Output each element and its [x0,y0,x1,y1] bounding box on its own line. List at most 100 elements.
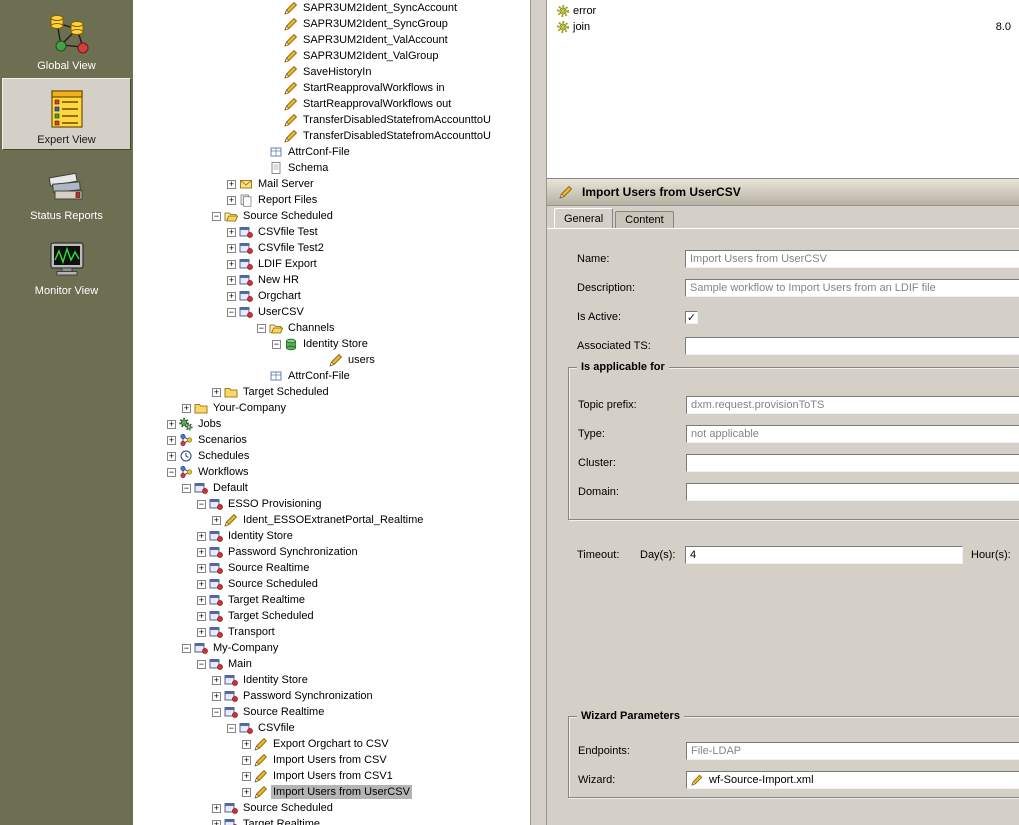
tree-item[interactable]: + Your-Company [133,400,530,416]
tree-item-label[interactable]: Channels [286,321,336,335]
tree-item[interactable]: −My-Company [133,640,530,656]
tree-item-label[interactable]: Transport [226,625,277,639]
tree-item-label[interactable]: UserCSV [256,305,306,319]
tree-item[interactable]: +Identity Store [133,672,530,688]
tree-item-label[interactable]: AttrConf-File [286,369,352,383]
tree-item[interactable]: +Mail Server [133,176,530,192]
tree-item[interactable]: −Main [133,656,530,672]
expand-toggle[interactable]: − [212,708,221,717]
expand-toggle[interactable]: − [182,484,191,493]
tree-item[interactable]: TransferDisabledStatefromAccounttoU [133,128,530,144]
tree-item[interactable]: TransferDisabledStatefromAccounttoU [133,112,530,128]
tree-item[interactable]: +Identity Store [133,528,530,544]
tab-content[interactable]: Content [615,211,674,228]
tree-item[interactable]: − Channels [133,320,530,336]
expand-toggle[interactable]: + [227,196,236,205]
tree-item-label[interactable]: Source Scheduled [241,801,335,815]
tree-item[interactable]: − Default [133,480,530,496]
tree-item-label[interactable]: Password Synchronization [226,545,360,559]
expand-toggle[interactable]: + [242,772,251,781]
sidebar-item-monitor-view[interactable]: Monitor View [2,228,131,300]
tree-item[interactable]: + Scenarios [133,432,530,448]
tree-item-label[interactable]: Export Orgchart to CSV [271,737,391,751]
tree-item[interactable]: − Source Realtime [133,704,530,720]
tree-item-label[interactable]: Target Realtime [241,817,322,825]
tree-item[interactable]: + Export Orgchart to CSV [133,736,530,752]
tree-item[interactable]: SaveHistoryIn [133,64,530,80]
splitter[interactable] [530,0,547,825]
tab-general[interactable]: General [554,208,613,228]
is-active-checkbox[interactable]: ✓ [685,311,698,324]
expand-toggle[interactable]: − [212,212,221,221]
tree-item[interactable]: SAPR3UM2Ident_SyncGroup [133,16,530,32]
tree-item-label[interactable]: Source Realtime [241,705,326,719]
tree-item-label[interactable]: Import Users from CSV [271,753,389,767]
tree-item[interactable]: SAPR3UM2Ident_ValGroup [133,48,530,64]
expand-toggle[interactable]: + [212,804,221,813]
expand-toggle[interactable]: + [212,692,221,701]
expand-toggle[interactable]: − [167,468,176,477]
tree-item-label[interactable]: CSVfile [256,721,297,735]
tree-item[interactable]: + Transport [133,624,530,640]
tree-item-label[interactable]: Identity Store [241,673,310,687]
tree-item-label[interactable]: LDIF Export [256,257,319,271]
tree-item-label[interactable]: TransferDisabledStatefromAccounttoU [301,113,493,127]
expand-toggle[interactable]: + [197,596,206,605]
tree-item[interactable]: + Import Users from CSV1 [133,768,530,784]
tree-item-label[interactable]: SAPR3UM2Ident_SyncAccount [301,1,459,15]
cluster-input[interactable] [686,454,1019,472]
tree-item-label[interactable]: SAPR3UM2Ident_SyncGroup [301,17,450,31]
expand-toggle[interactable]: + [197,628,206,637]
tree-item[interactable]: +Import Users from CSV [133,752,530,768]
expand-toggle[interactable]: + [227,244,236,253]
tree-item[interactable]: + Target Realtime [133,592,530,608]
tree-item-label[interactable]: Import Users from UserCSV [271,785,412,799]
expand-toggle[interactable]: + [227,228,236,237]
tree-item-label[interactable]: Import Users from CSV1 [271,769,395,783]
tree-item[interactable]: SAPR3UM2Ident_ValAccount [133,32,530,48]
tree-item-label[interactable]: StartReapprovalWorkflows in [301,81,447,95]
expand-toggle[interactable]: + [212,820,221,825]
list-item[interactable]: error [547,3,1019,19]
tree-item-label[interactable]: Default [211,481,250,495]
expand-toggle[interactable]: + [167,436,176,445]
expand-toggle[interactable]: − [272,340,281,349]
tree-item[interactable]: SAPR3UM2Ident_SyncAccount [133,0,530,16]
expand-toggle[interactable]: + [197,564,206,573]
tree-item-label[interactable]: Schedules [196,449,251,463]
expand-toggle[interactable]: − [257,324,266,333]
expand-toggle[interactable]: + [167,452,176,461]
tree-item-label[interactable]: AttrConf-File [286,145,352,159]
timeout-days-input[interactable] [685,546,963,564]
tree-item[interactable]: −UserCSV [133,304,530,320]
expand-toggle[interactable]: + [242,740,251,749]
domain-input[interactable] [686,483,1019,501]
tree-item-label[interactable]: TransferDisabledStatefromAccounttoU [301,129,493,143]
tree-item-label[interactable]: SAPR3UM2Ident_ValAccount [301,33,450,47]
type-input[interactable] [686,425,1019,443]
tree-item-label[interactable]: Scenarios [196,433,249,447]
expand-toggle[interactable]: + [167,420,176,429]
description-input[interactable] [685,279,1019,297]
tree-item-label[interactable]: Your-Company [211,401,288,415]
tree-item-label[interactable]: My-Company [211,641,280,655]
expand-toggle[interactable]: + [227,180,236,189]
tree-item[interactable]: StartReapprovalWorkflows in [133,80,530,96]
expand-toggle[interactable]: + [197,532,206,541]
wizard-input[interactable]: wf-Source-Import.xml [686,771,1019,789]
expand-toggle[interactable]: + [212,516,221,525]
tree-item-label[interactable]: Target Scheduled [226,609,316,623]
tree-item-label[interactable]: Target Realtime [226,593,307,607]
tree-item-label[interactable]: Ident_ESSOExtranetPortal_Realtime [241,513,425,527]
tree-item-label[interactable]: Orgchart [256,289,303,303]
tree-item[interactable]: + Schedules [133,448,530,464]
tree-item[interactable]: −ESSO Provisioning [133,496,530,512]
tree-item[interactable]: +Target Scheduled [133,384,530,400]
tree-item[interactable]: +Source Scheduled [133,576,530,592]
sidebar-item-global-view[interactable]: Global View [2,3,131,75]
tree-item[interactable]: −Identity Store [133,336,530,352]
sidebar-item-expert-view[interactable]: Expert View [2,78,131,150]
tree-item-label[interactable]: Workflows [196,465,251,479]
expand-toggle[interactable]: + [182,404,191,413]
tree-item[interactable]: Schema [133,160,530,176]
